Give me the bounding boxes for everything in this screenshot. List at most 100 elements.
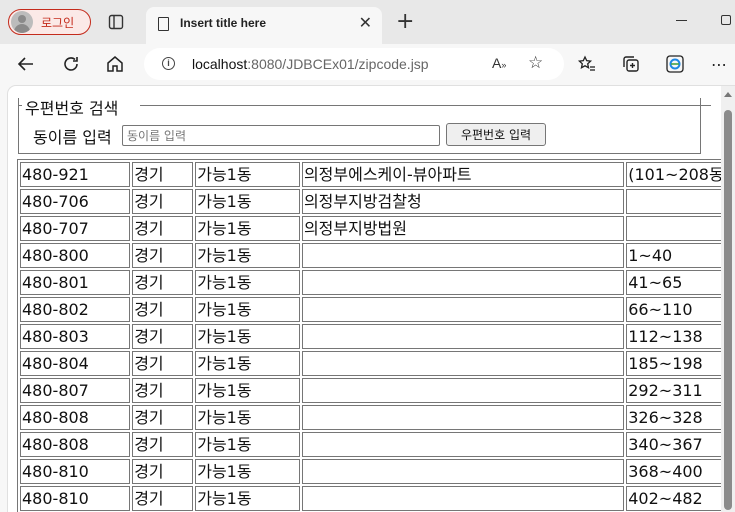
bunji-cell: 340~367 [626, 432, 732, 457]
scroll-thumb[interactable] [724, 110, 732, 510]
tab-strip: 로그인 Insert title here ✕ + [0, 0, 735, 44]
fieldset-border [140, 105, 711, 106]
table-row: 480-707 경기 가능1동 의정부지방법원 [20, 216, 732, 241]
page-icon [158, 17, 169, 31]
profile-button[interactable]: 로그인 [8, 9, 91, 35]
building-cell: 의정부지방법원 [301, 216, 625, 241]
sido-cell: 경기 [132, 189, 194, 214]
sido-cell: 경기 [132, 432, 194, 457]
bunji-cell: 185~198 [626, 351, 732, 376]
sido-cell: 경기 [132, 297, 194, 322]
zipcode-cell: 480-808 [20, 432, 131, 457]
dong-name-label: 동이름 입력 [33, 128, 112, 147]
table-row: 480-808 경기 가능1동 340~367 [20, 432, 732, 457]
sido-cell: 경기 [132, 378, 194, 403]
sido-cell: 경기 [132, 405, 194, 430]
zipcode-cell: 480-803 [20, 324, 131, 349]
sido-cell: 경기 [132, 270, 194, 295]
building-cell [301, 324, 625, 349]
dong-cell: 가능1동 [195, 189, 300, 214]
zipcode-cell: 480-807 [20, 378, 131, 403]
avatar [11, 11, 33, 33]
dong-cell: 가능1동 [195, 270, 300, 295]
zipcode-cell: 480-707 [20, 216, 131, 241]
dong-cell: 가능1동 [195, 486, 300, 511]
scroll-up-icon[interactable] [724, 92, 732, 97]
bunji-cell: (101~208동) [626, 162, 732, 187]
favorites-icon[interactable] [575, 52, 599, 76]
more-options-icon[interactable]: ⋯ [707, 52, 731, 76]
page-viewport: 우편번호 검색 동이름 입력 우편번호 입력 480-921경기가능1동의정부에… [8, 86, 735, 512]
table-row: 480-921 경기 가능1동 의정부에스케이-뷰아파트 (101~208동) [20, 162, 732, 187]
building-cell [301, 405, 625, 430]
url-host: localhost [192, 56, 248, 72]
new-tab-icon[interactable]: + [396, 10, 414, 34]
dong-cell: 가능1동 [195, 459, 300, 484]
bunji-cell: 368~400 [626, 459, 732, 484]
zipcode-cell: 480-804 [20, 351, 131, 376]
dong-cell: 가능1동 [195, 405, 300, 430]
minimize-icon[interactable] [676, 20, 687, 21]
active-tab[interactable]: Insert title here ✕ [146, 7, 382, 44]
table-row: 480-802 경기 가능1동 66~110 [20, 297, 732, 322]
close-tab-icon[interactable]: ✕ [359, 15, 372, 31]
sido-cell: 경기 [132, 459, 194, 484]
dong-name-input[interactable] [122, 125, 440, 146]
table-row: 480-804 경기 가능1동 185~198 [20, 351, 732, 376]
building-cell [301, 297, 625, 322]
building-cell [301, 351, 625, 376]
zipcode-cell: 480-808 [20, 405, 131, 430]
zipcode-cell: 480-801 [20, 270, 131, 295]
bunji-cell [626, 189, 732, 214]
zipcode-cell: 480-802 [20, 297, 131, 322]
profile-label: 로그인 [41, 15, 75, 30]
bunji-cell: 292~311 [626, 378, 732, 403]
maximize-icon[interactable] [721, 15, 731, 25]
site-info-icon[interactable]: i [162, 57, 175, 70]
url-path: :8080/JDBCEx01/zipcode.jsp [247, 56, 429, 72]
back-icon[interactable] [14, 52, 38, 76]
building-cell: 의정부지방검찰청 [301, 189, 625, 214]
building-cell [301, 486, 625, 511]
table-row: 480-807 경기 가능1동 292~311 [20, 378, 732, 403]
zipcode-cell: 480-800 [20, 243, 131, 268]
sido-cell: 경기 [132, 243, 194, 268]
table-row: 480-810 경기 가능1동 402~482 [20, 486, 732, 511]
home-icon[interactable] [103, 52, 127, 76]
dong-cell: 가능1동 [195, 324, 300, 349]
bunji-cell: 326~328 [626, 405, 732, 430]
zipcode-cell: 480-810 [20, 459, 131, 484]
table-row: 480-706 경기 가능1동 의정부지방검찰청 [20, 189, 732, 214]
refresh-icon[interactable] [59, 52, 83, 76]
dong-cell: 가능1동 [195, 432, 300, 457]
address-bar[interactable]: i localhost:8080/JDBCEx01/zipcode.jsp A»… [144, 48, 564, 80]
results-body: 480-921 경기 가능1동 의정부에스케이-뷰아파트 (101~208동) 480-7… [20, 162, 732, 511]
dong-cell: 가능1동 [195, 243, 300, 268]
building-cell [301, 378, 625, 403]
sido-cell: 경기 [132, 162, 194, 187]
edge-copilot-icon[interactable] [663, 52, 687, 76]
collections-icon[interactable] [619, 52, 643, 76]
tab-title: Insert title here [180, 16, 267, 30]
sido-cell: 경기 [132, 324, 194, 349]
table-row: 480-801 경기 가능1동 41~65 [20, 270, 732, 295]
table-row: 480-803 경기 가능1동 112~138 [20, 324, 732, 349]
sido-cell: 경기 [132, 216, 194, 241]
bunji-cell: 402~482 [626, 486, 732, 511]
sido-cell: 경기 [132, 486, 194, 511]
zipcode-search-button[interactable]: 우편번호 입력 [446, 123, 546, 146]
url-text[interactable]: localhost:8080/JDBCEx01/zipcode.jsp [192, 56, 429, 72]
building-cell: 의정부에스케이-뷰아파트 [301, 162, 625, 187]
read-aloud-icon[interactable]: A» [492, 55, 506, 71]
bunji-cell: 41~65 [626, 270, 732, 295]
tab-actions-icon[interactable] [108, 14, 124, 30]
dong-cell: 가능1동 [195, 162, 300, 187]
zipcode-cell: 480-921 [20, 162, 131, 187]
bunji-cell: 66~110 [626, 297, 732, 322]
table-row: 480-810 경기 가능1동 368~400 [20, 459, 732, 484]
dong-cell: 가능1동 [195, 216, 300, 241]
fieldset-border [18, 105, 22, 106]
building-cell [301, 243, 625, 268]
vertical-scrollbar[interactable] [721, 86, 735, 512]
add-favorite-icon[interactable]: ☆ [528, 53, 543, 73]
